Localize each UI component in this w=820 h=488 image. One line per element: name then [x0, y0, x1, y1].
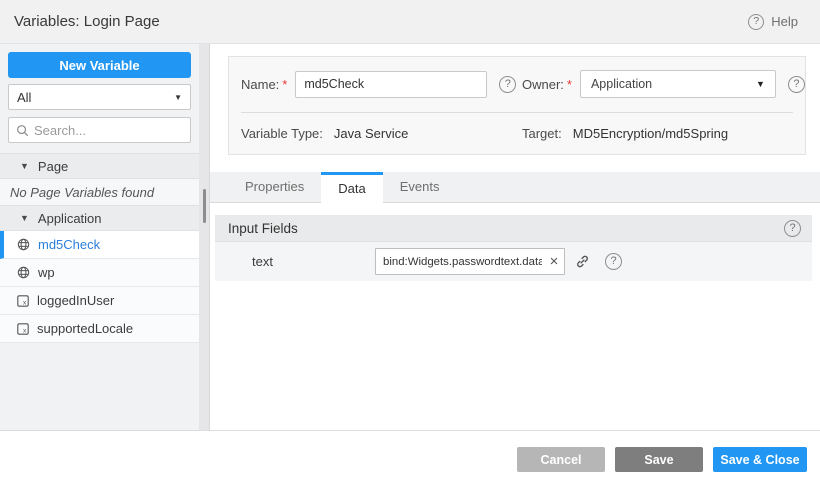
dialog-body: New Variable All ▼ ▼ Page No Page Variab… — [0, 44, 820, 430]
owner-selected-value: Application — [591, 77, 652, 91]
variable-summary-form: Name: * ? Owner: * Application ▼ ? — [228, 56, 806, 155]
service-variable-icon — [17, 266, 30, 279]
variable-detail-panel: Name: * ? Owner: * Application ▼ ? — [210, 44, 820, 430]
bind-link-icon[interactable] — [575, 254, 590, 269]
variables-dialog: Variables: Login Page ? Help New Variabl… — [0, 0, 820, 488]
help-button[interactable]: ? Help — [748, 14, 798, 30]
input-fields-header: Input Fields ? — [215, 215, 812, 242]
name-field-group: Name: * ? — [241, 71, 522, 98]
name-input[interactable] — [295, 71, 487, 98]
name-owner-row: Name: * ? Owner: * Application ▼ ? — [241, 70, 793, 98]
sidebar-scrollbar[interactable] — [199, 44, 209, 430]
tab-properties[interactable]: Properties — [228, 172, 321, 202]
tree-group-page-label: Page — [38, 159, 68, 174]
variable-type-group: Variable Type: Java Service — [241, 126, 522, 141]
tree-group-page[interactable]: ▼ Page — [0, 153, 209, 179]
model-variable-icon: x — [17, 323, 29, 335]
variable-type-label: Variable Type: — [241, 126, 323, 141]
chevron-down-icon: ▼ — [756, 79, 765, 89]
field-help-icon[interactable]: ? — [605, 253, 622, 270]
bind-value-box: × — [375, 248, 565, 275]
variable-filter-select[interactable]: All ▼ — [8, 84, 191, 110]
tree-group-application-label: Application — [38, 211, 102, 226]
variables-tree: ▼ Page No Page Variables found ▼ Applica… — [0, 153, 209, 343]
owner-label: Owner: — [522, 77, 564, 92]
field-label-text: text — [252, 254, 375, 269]
help-label: Help — [771, 14, 798, 29]
owner-help-icon[interactable]: ? — [788, 76, 805, 93]
tree-item-label: supportedLocale — [37, 321, 133, 336]
form-divider — [241, 112, 793, 113]
search-input[interactable] — [34, 123, 183, 138]
bind-value-input[interactable] — [376, 256, 544, 268]
required-marker: * — [567, 77, 572, 92]
variable-filter-value: All — [17, 90, 31, 105]
type-target-row: Variable Type: Java Service Target: MD5E… — [241, 126, 793, 141]
target-group: Target: MD5Encryption/md5Spring — [522, 126, 728, 141]
tab-data[interactable]: Data — [321, 172, 382, 203]
tree-item-label: wp — [38, 265, 55, 280]
variable-type-value: Java Service — [334, 126, 408, 141]
input-fields-help-icon[interactable]: ? — [784, 220, 801, 237]
collapse-arrow-icon: ▼ — [20, 161, 29, 171]
model-variable-icon: x — [17, 295, 29, 307]
required-marker: * — [282, 77, 287, 92]
service-variable-icon — [17, 238, 30, 251]
detail-tabs: Properties Data Events — [210, 172, 820, 203]
help-icon: ? — [748, 14, 764, 30]
tree-item-label: md5Check — [38, 237, 100, 252]
input-field-row-text: text × ? — [215, 242, 812, 281]
save-and-close-button[interactable]: Save & Close — [713, 447, 807, 472]
dialog-footer: Cancel Save Save & Close — [0, 430, 820, 488]
tab-events[interactable]: Events — [383, 172, 457, 202]
input-fields-section: Input Fields ? text × ? — [215, 215, 812, 281]
new-variable-button[interactable]: New Variable — [8, 52, 191, 78]
page-title: Variables: Login Page — [14, 13, 160, 30]
search-icon — [16, 124, 29, 137]
search-box[interactable] — [8, 117, 191, 143]
sidebar-scrollbar-thumb[interactable] — [203, 189, 206, 223]
variables-sidebar: New Variable All ▼ ▼ Page No Page Variab… — [0, 44, 210, 430]
target-value: MD5Encryption/md5Spring — [573, 126, 728, 141]
name-label: Name: — [241, 77, 279, 92]
clear-binding-icon[interactable]: × — [544, 254, 564, 269]
input-fields-title: Input Fields — [228, 221, 298, 236]
svg-text:x: x — [23, 327, 27, 334]
tree-group-application[interactable]: ▼ Application — [0, 205, 209, 231]
tree-item-label: loggedInUser — [37, 293, 114, 308]
save-button[interactable]: Save — [615, 447, 703, 472]
sidebar-controls: New Variable All ▼ — [0, 44, 209, 143]
owner-select[interactable]: Application ▼ — [580, 70, 776, 98]
sidebar-item-loggedinuser[interactable]: x loggedInUser — [0, 287, 209, 315]
svg-text:x: x — [23, 299, 27, 306]
name-help-icon[interactable]: ? — [499, 76, 516, 93]
collapse-arrow-icon: ▼ — [20, 213, 29, 223]
owner-field-group: Owner: * Application ▼ ? — [522, 70, 805, 98]
sidebar-item-supportedlocale[interactable]: x supportedLocale — [0, 315, 209, 343]
sidebar-item-wp[interactable]: wp — [0, 259, 209, 287]
cancel-button[interactable]: Cancel — [517, 447, 605, 472]
target-label: Target: — [522, 126, 562, 141]
chevron-down-icon: ▼ — [174, 93, 182, 102]
dialog-header: Variables: Login Page ? Help — [0, 0, 820, 44]
sidebar-item-md5check[interactable]: md5Check — [0, 231, 209, 259]
page-variables-empty-note: No Page Variables found — [0, 179, 209, 205]
